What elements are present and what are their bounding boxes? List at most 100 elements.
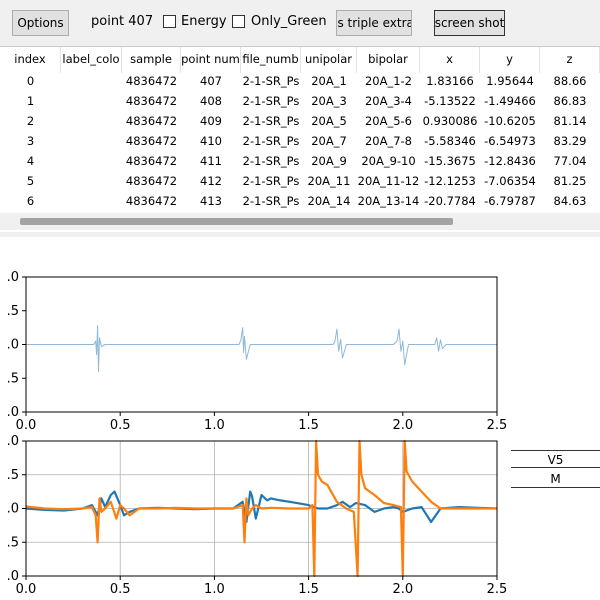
table-cell xyxy=(61,191,122,209)
table-cell xyxy=(61,91,122,111)
table-cell: 5 xyxy=(26,174,35,188)
column-header[interactable]: point num xyxy=(181,47,241,73)
table-cell: 407 xyxy=(200,74,222,88)
table-cell: 20A_9-10 xyxy=(361,154,416,168)
energy-label: Energy xyxy=(181,14,227,29)
table-cell: 20A_3-4 xyxy=(364,94,413,108)
column-header[interactable]: z xyxy=(540,47,600,73)
x-tick-label: 0.5 xyxy=(110,582,131,597)
table-cell: 2-1-SR_Ps xyxy=(242,194,300,208)
table-cell: 4 xyxy=(26,154,35,168)
x-tick-label: 1.0 xyxy=(204,582,225,597)
table-cell: -10.6205 xyxy=(484,114,536,128)
table-cell: 4836472 xyxy=(125,194,178,208)
table-cell: -5.58346 xyxy=(424,134,476,148)
y-tick-label: .0 xyxy=(7,338,19,353)
y-tick-label: .0 xyxy=(7,405,19,420)
x-tick-label: 2.0 xyxy=(392,582,413,597)
table-cell xyxy=(61,131,122,151)
table-cell: -5.13522 xyxy=(424,94,476,108)
table-row[interactable]: 4 4836472 411 2-1-SR_Ps 20A_9 20A_9-10 -15.367… xyxy=(0,151,600,171)
plots-canvas: 0.0 0.5 1.0 1.5 2.0 2.5.0.5.0.5.00.0 0.5 1.0 1.5… xyxy=(7,270,508,597)
table-cell: 413 xyxy=(200,194,222,208)
table-cell xyxy=(61,151,122,171)
table-row[interactable]: 1 4836472 408 2-1-SR_Ps 20A_3 20A_3-4 -5.13522… xyxy=(0,91,600,111)
table-cell: 20A_11 xyxy=(307,174,351,188)
table-cell: 86.83 xyxy=(553,94,587,108)
table-cell: 20A_1 xyxy=(311,74,347,88)
table-cell: 0.930086 xyxy=(422,114,478,128)
table-cell: -1.49466 xyxy=(484,94,536,108)
column-header[interactable]: unipolar xyxy=(301,47,357,73)
table-cell: 412 xyxy=(200,174,222,188)
only-green-label: Only_Green xyxy=(251,14,327,29)
table-cell xyxy=(61,171,122,191)
table-cell: 4836472 xyxy=(125,154,178,168)
x-tick-label: 0.0 xyxy=(16,418,37,433)
table-cell: 88.66 xyxy=(553,74,587,88)
x-tick-label: 2.5 xyxy=(487,418,508,433)
column-header[interactable]: y xyxy=(480,47,540,73)
table-cell: -15.3675 xyxy=(424,154,476,168)
table-cell: 83.29 xyxy=(553,134,587,148)
table-cell: 2-1-SR_Ps xyxy=(242,114,300,128)
y-tick-label: .0 xyxy=(7,434,19,449)
table-cell xyxy=(61,71,122,91)
table-cell: 6 xyxy=(26,194,35,208)
table-cell: 20A_14 xyxy=(307,194,351,208)
energy-checkbox[interactable] xyxy=(163,15,176,28)
y-tick-label: .5 xyxy=(7,371,19,386)
table-cell: 20A_3 xyxy=(311,94,347,108)
table-cell: -20.7784 xyxy=(424,194,476,208)
only-green-checkbox[interactable] xyxy=(232,15,245,28)
y-tick-label: .5 xyxy=(7,468,19,483)
table-cell: 410 xyxy=(200,134,222,148)
table-row[interactable]: 6 4836472 413 2-1-SR_Ps 20A_14 20A_13-14 -20.7… xyxy=(0,191,600,209)
horizontal-scrollbar[interactable] xyxy=(0,213,600,230)
series-line xyxy=(26,325,497,372)
toolbar: Options point 407 Energy Only_Green is t… xyxy=(0,0,600,46)
table-cell: 2-1-SR_Ps xyxy=(242,154,300,168)
point-label: point 407 xyxy=(91,14,154,29)
table-cell: 3 xyxy=(26,134,35,148)
x-tick-label: 1.5 xyxy=(298,582,319,597)
table-cell: 20A_5-6 xyxy=(364,114,413,128)
column-header[interactable]: file_numb xyxy=(241,47,301,73)
table-cell: 1.83166 xyxy=(426,74,474,88)
table-cell: 411 xyxy=(200,154,222,168)
table-cell: 20A_1-2 xyxy=(364,74,413,88)
table-cell: 4836472 xyxy=(125,114,178,128)
column-header[interactable]: sample xyxy=(122,47,181,73)
table-row[interactable]: 3 4836472 410 2-1-SR_Ps 20A_7 20A_7-8 -5.58346… xyxy=(0,131,600,151)
table-cell: 408 xyxy=(200,94,222,108)
column-header[interactable]: x xyxy=(420,47,480,73)
table-cell: 4836472 xyxy=(125,134,178,148)
table-cell: 2-1-SR_Ps xyxy=(242,94,300,108)
table-cell: 4836472 xyxy=(125,94,178,108)
table-cell xyxy=(61,111,122,131)
data-table: index label_colo sample point num file_n… xyxy=(0,46,600,231)
table-cell: 84.63 xyxy=(553,194,587,208)
scrollbar-thumb[interactable] xyxy=(20,218,453,225)
x-tick-label: 1.5 xyxy=(298,418,319,433)
table-grid: index label_colo sample point num file_n… xyxy=(0,47,600,209)
legend-item: M xyxy=(511,470,600,488)
options-button[interactable]: Options xyxy=(12,10,69,36)
y-tick-label: .0 xyxy=(7,270,19,285)
screenshot-button[interactable]: screen shot xyxy=(434,10,505,36)
column-header[interactable]: index xyxy=(0,47,61,73)
table-cell: 20A_11-12 xyxy=(357,174,420,188)
table-cell: 0 xyxy=(26,74,35,88)
column-header[interactable]: label_colo xyxy=(61,47,122,73)
table-row[interactable]: 2 4836472 409 2-1-SR_Ps 20A_5 20A_5-6 0.930086… xyxy=(0,111,600,131)
table-row[interactable]: 0 4836472 407 2-1-SR_Ps 20A_1 20A_1-2 1.83166 1… xyxy=(0,71,600,91)
x-tick-label: 2.5 xyxy=(487,582,508,597)
triple-extra-button[interactable]: is triple extra xyxy=(336,10,412,36)
table-cell: 20A_7-8 xyxy=(364,134,413,148)
column-header[interactable]: bipolar xyxy=(357,47,420,73)
x-tick-label: 0.5 xyxy=(110,418,131,433)
table-cell: 2-1-SR_Ps xyxy=(242,74,300,88)
table-cell: 409 xyxy=(200,114,222,128)
table-row[interactable]: 5 4836472 412 2-1-SR_Ps 20A_11 20A_11-12 -12.1… xyxy=(0,171,600,191)
x-tick-label: 1.0 xyxy=(204,418,225,433)
